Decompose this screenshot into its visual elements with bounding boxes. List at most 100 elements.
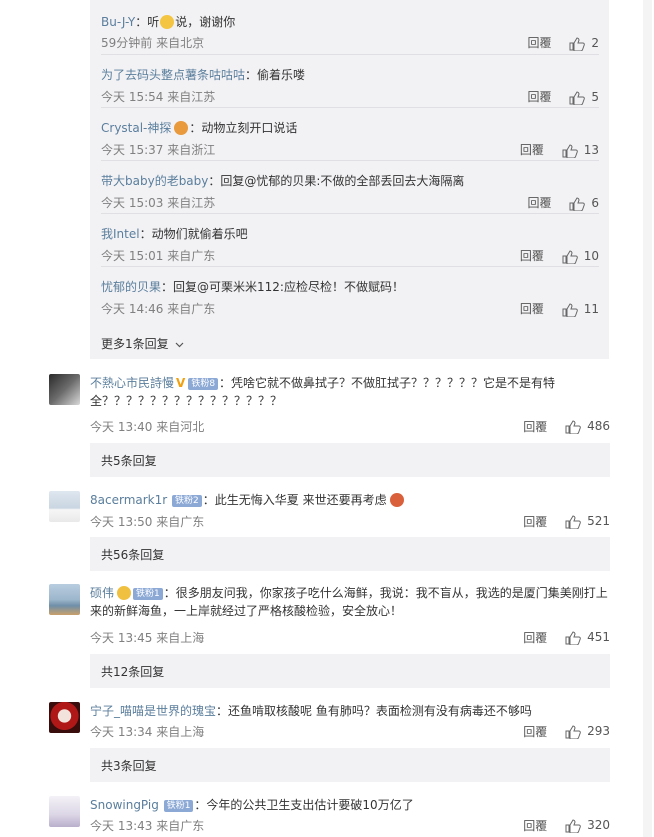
like-button[interactable]: 293: [565, 724, 610, 739]
reply-count: 共3条回复: [101, 759, 157, 773]
cat-emoji-icon: [160, 15, 175, 29]
thumbs-up-icon: [569, 36, 586, 51]
more-replies-link[interactable]: 更多1条回复: [101, 335, 184, 352]
avatar[interactable]: [49, 702, 80, 733]
view-replies-link[interactable]: 共5条回复: [90, 443, 610, 477]
like-count: 521: [587, 514, 610, 529]
like-count: 486: [587, 419, 610, 434]
like-count: 293: [587, 724, 610, 739]
like-count: 320: [587, 818, 610, 833]
reply-button[interactable]: 回覆: [520, 248, 544, 265]
reply-meta: 今天 15:37 来自浙江: [101, 143, 216, 157]
comment-item: 硕伟 铁粉1 ：很多朋友问我，你家孩子吃什么海鲜，我说：我不盲从，我选的是厦门集美刚…: [49, 584, 610, 690]
thumbs-up-icon: [565, 819, 581, 833]
reply-button[interactable]: 回覆: [523, 817, 547, 834]
reply-item: 我Intel：动物们就偷着乐吧 今天 15:01 来自广东 回覆 10: [101, 226, 599, 267]
scrollbar-thumb[interactable]: [643, 0, 652, 837]
reply-button[interactable]: 回覆: [523, 629, 547, 646]
comment-meta: 今天 13:34 来自上海: [90, 725, 205, 739]
like-count: 451: [587, 630, 610, 645]
reply-text: ：听: [135, 15, 160, 29]
thumbs-up-icon: [565, 515, 581, 529]
detective-emoji-icon: [174, 121, 189, 135]
reply-button[interactable]: 回覆: [520, 301, 544, 318]
reply-button[interactable]: 回覆: [523, 513, 547, 530]
comment-item: 不熱心市民詩慢 V 铁粉8 ：凭啥它就不做鼻拭子？不做肛拭子？？？？？？它是不是有特全…: [49, 374, 610, 477]
crown-emoji-icon: [117, 586, 132, 600]
reply-count: 共12条回复: [101, 665, 165, 679]
comment-username[interactable]: 不熱心市民詩慢: [90, 376, 174, 390]
like-button[interactable]: 5: [569, 89, 599, 106]
comment-text: ：很多朋友问我，你家孩子吃什么海鲜，我说：我不盲从，我选的是厦门集美刚打上来的新…: [90, 586, 608, 618]
reply-text: ：回复@可栗米米112:应检尽检！不做赋码！: [161, 280, 404, 294]
avatar[interactable]: [49, 584, 80, 615]
comment-text: ：此生无悔入华夏 来世还要再考虑: [202, 493, 387, 507]
comment-meta: 今天 13:45 来自上海: [90, 631, 205, 645]
view-replies-link[interactable]: 共56条回复: [90, 537, 610, 571]
reply-button[interactable]: 回覆: [528, 35, 552, 52]
reply-button[interactable]: 回覆: [528, 195, 552, 212]
reply-text: ：回复@忧郁的贝果:不做的全部丢回去大海隔离: [208, 174, 465, 188]
reply-item: Bu-J-Y：听 说，谢谢你 59分钟前 来自北京 回覆 2: [101, 14, 599, 55]
avatar[interactable]: [49, 491, 80, 522]
like-count: 11: [583, 302, 599, 316]
comment-username[interactable]: 硕伟: [90, 586, 114, 600]
like-button[interactable]: 320: [565, 818, 610, 833]
thumbs-up-icon: [562, 143, 578, 158]
fan-badge: 铁粉2: [172, 495, 202, 507]
like-button[interactable]: 521: [565, 514, 610, 529]
thumbs-up-icon: [569, 90, 586, 105]
comment-username[interactable]: SnowingPig: [90, 798, 159, 812]
reply-username[interactable]: 为了去码头整点薯条咕咕咕: [101, 68, 245, 82]
like-button[interactable]: 2: [569, 35, 599, 52]
reply-meta: 今天 15:03 来自江苏: [101, 196, 216, 210]
reply-text: ：动物立刻开口说话: [189, 121, 298, 135]
like-button[interactable]: 10: [562, 248, 599, 265]
reply-username[interactable]: 忧郁的贝果: [101, 280, 161, 294]
like-button[interactable]: 486: [565, 419, 610, 434]
thumbs-up-icon: [565, 420, 581, 434]
comment-meta: 今天 13:43 来自广东: [90, 819, 205, 833]
chevron-down-icon: [175, 342, 184, 347]
avatar[interactable]: [49, 796, 80, 827]
reply-meta: 今天 15:54 来自江苏: [101, 90, 216, 104]
verified-v-icon: V: [176, 376, 186, 390]
fan-badge: 铁粉1: [163, 800, 194, 812]
reply-username[interactable]: Bu-J-Y: [101, 15, 135, 29]
avatar[interactable]: [49, 374, 80, 405]
view-replies-link[interactable]: 共12条回复: [90, 654, 610, 688]
thumbs-up-icon: [562, 302, 578, 317]
comment-username[interactable]: 8acermark1r: [90, 493, 167, 507]
reply-text: ：偷着乐喽: [245, 68, 306, 82]
comment-username[interactable]: 宁子_喵喵是世界的瑰宝: [90, 704, 216, 718]
scrollbar[interactable]: [641, 0, 654, 837]
reply-text: ：动物们就偷着乐吧: [139, 227, 248, 241]
reply-count: 共56条回复: [101, 548, 165, 562]
comment-item: 宁子_喵喵是世界的瑰宝：还鱼啃取核酸呢 鱼有肺吗？表面检测有没有病毒还不够吗 今…: [49, 702, 610, 784]
like-button[interactable]: 11: [562, 301, 599, 318]
more-replies-label: 更多1条回复: [101, 337, 169, 351]
reply-meta: 今天 15:01 来自广东: [101, 249, 216, 263]
reply-item: 带大baby的老baby：回复@忧郁的贝果:不做的全部丢回去大海隔离 今天 15…: [101, 173, 599, 214]
thumbs-up-icon: [562, 249, 578, 264]
reply-text: 说，谢谢你: [175, 15, 236, 29]
reply-username[interactable]: 我Intel: [101, 227, 140, 241]
reply-button[interactable]: 回覆: [523, 723, 547, 740]
reply-item: Crystal-神探 ：动物立刻开口说话 今天 15:37 来自浙江 回覆 13: [101, 120, 599, 161]
like-count: 6: [591, 196, 599, 210]
like-button[interactable]: 6: [569, 195, 599, 212]
reply-item: 为了去码头整点薯条咕咕咕：偷着乐喽 今天 15:54 来自江苏 回覆 5: [101, 67, 599, 108]
reply-meta: 今天 14:46 来自广东: [101, 302, 216, 316]
like-count: 2: [591, 36, 599, 50]
view-replies-link[interactable]: 共3条回复: [90, 748, 610, 782]
like-button[interactable]: 13: [562, 142, 599, 159]
reply-count: 共5条回复: [101, 454, 157, 468]
like-count: 5: [591, 90, 599, 104]
reply-button[interactable]: 回覆: [520, 142, 544, 159]
reply-username[interactable]: 带大baby的老baby: [101, 174, 208, 188]
like-button[interactable]: 451: [565, 630, 610, 645]
reply-button[interactable]: 回覆: [528, 89, 552, 106]
reply-username[interactable]: Crystal-神探: [101, 121, 171, 135]
thumbs-up-icon: [569, 196, 586, 211]
reply-button[interactable]: 回覆: [523, 418, 547, 435]
